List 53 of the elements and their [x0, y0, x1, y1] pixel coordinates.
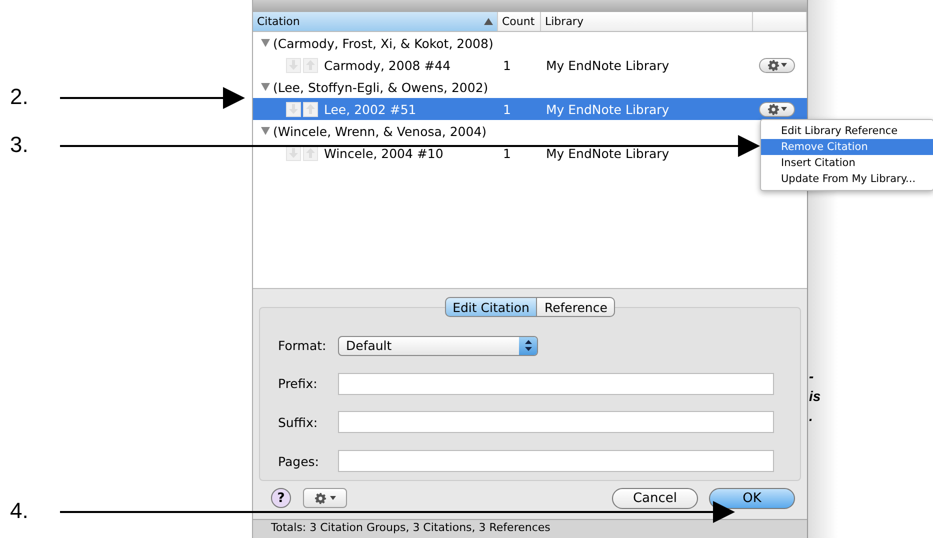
document-text: is [809, 388, 821, 404]
column-header[interactable]: Count [498, 12, 541, 31]
field-label: Suffix: [278, 414, 319, 430]
action-menu-button[interactable] [759, 58, 795, 72]
citation-label[interactable]: Lee, 2002 #51 [324, 102, 416, 116]
menu-item[interactable]: Update From My Library... [761, 171, 933, 187]
document-text: . [809, 408, 813, 424]
caret-icon [330, 496, 336, 500]
count-cell-text: 1 [502, 58, 512, 72]
citation-label[interactable]: Wincele, 2004 #10 [324, 146, 444, 160]
column-header[interactable]: Citation [253, 12, 498, 31]
field-label: Format: [278, 338, 328, 354]
gear-icon [768, 60, 778, 70]
help-button[interactable]: ? [271, 488, 291, 508]
citation-label[interactable]: Carmody, 2008 #44 [324, 58, 451, 72]
column-header[interactable]: Library [541, 12, 753, 31]
input-field[interactable] [338, 450, 774, 472]
dialog-button[interactable]: OK [709, 488, 795, 508]
action-menu-button[interactable] [759, 102, 795, 116]
field-label: Prefix: [278, 376, 318, 392]
library-cell-text: My EndNote Library [545, 102, 670, 116]
step-label: 2. [10, 84, 28, 110]
citation-group[interactable]: (Carmody, Frost, Xi, & Kokot, 2008) [273, 36, 494, 50]
status-bar: Totals: 3 Citation Groups, 3 Citations, 3 References [253, 519, 807, 538]
caret-icon [780, 63, 786, 67]
citation-group[interactable]: (Lee, Stoffyn-Egli, & Owens, 2002) [273, 80, 488, 94]
input-field[interactable] [338, 372, 774, 395]
tab[interactable]: Edit Citation [444, 297, 538, 317]
count-cell-text: 1 [502, 146, 512, 160]
tab[interactable]: Reference [537, 297, 616, 317]
step-label: 4. [10, 498, 28, 524]
library-cell-text: My EndNote Library [545, 58, 670, 72]
disclosure-triangle-icon[interactable] [261, 83, 270, 91]
gear-icon [768, 104, 778, 114]
caret-icon [780, 107, 786, 111]
input-field[interactable] [338, 411, 774, 434]
disclosure-triangle-icon[interactable] [261, 127, 270, 135]
settings-button[interactable] [303, 488, 347, 508]
stepper-arrows-icon [524, 340, 532, 352]
document-text: - [809, 368, 814, 384]
citation-group[interactable]: (Wincele, Wrenn, & Venosa, 2004) [273, 124, 487, 138]
sort-arrow-icon [484, 18, 493, 25]
settings-icon [314, 492, 326, 504]
step-label: 3. [10, 132, 28, 158]
dialog-button[interactable]: Cancel [612, 488, 698, 508]
field-label: Pages: [278, 454, 320, 469]
menu-item[interactable]: Remove Citation [761, 139, 933, 155]
count-cell-text: 1 [502, 102, 512, 116]
format-dropdown[interactable]: Default [338, 336, 538, 356]
menu-item[interactable]: Edit Library Reference [761, 123, 933, 139]
disclosure-triangle-icon[interactable] [261, 39, 270, 47]
menu-item[interactable]: Insert Citation [761, 155, 933, 171]
library-cell-text: My EndNote Library [545, 146, 670, 160]
